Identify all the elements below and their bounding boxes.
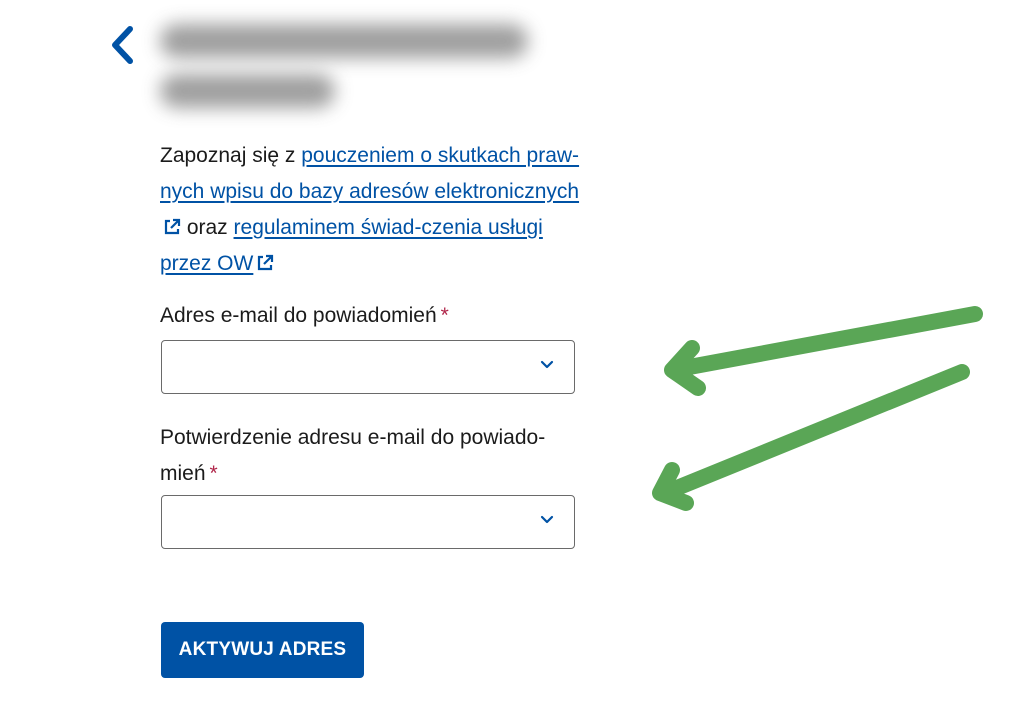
required-mark: * bbox=[209, 462, 218, 485]
consent-prefix: Zapoznaj się z bbox=[160, 144, 302, 167]
confirm-email-label-text: Potwierdzenie adresu e-mail do powiado-m… bbox=[160, 426, 546, 485]
confirm-email-label: Potwierdzenie adresu e-mail do powiado-m… bbox=[160, 420, 560, 492]
email-select[interactable] bbox=[161, 340, 575, 394]
activate-address-button[interactable]: AKTYWUJ ADRES bbox=[161, 622, 364, 678]
required-mark: * bbox=[440, 304, 449, 327]
confirm-email-select[interactable] bbox=[161, 495, 575, 549]
chevron-down-icon bbox=[540, 360, 554, 369]
page-title-redacted bbox=[160, 16, 540, 112]
chevron-left-icon bbox=[112, 26, 133, 64]
back-button[interactable] bbox=[104, 22, 140, 68]
chevron-down-icon bbox=[540, 515, 554, 524]
external-link-icon bbox=[164, 218, 181, 235]
external-link-icon bbox=[258, 254, 274, 271]
email-label-text: Adres e-mail do powiadomień bbox=[160, 304, 437, 327]
annotation-arrow-1 bbox=[664, 306, 983, 396]
consent-middle: oraz bbox=[181, 216, 234, 239]
email-label: Adres e-mail do powiadomień * bbox=[160, 298, 580, 334]
annotation-arrow-2 bbox=[652, 364, 970, 511]
consent-text: Zapoznaj się z pouczeniem o skutkach pra… bbox=[160, 138, 580, 282]
